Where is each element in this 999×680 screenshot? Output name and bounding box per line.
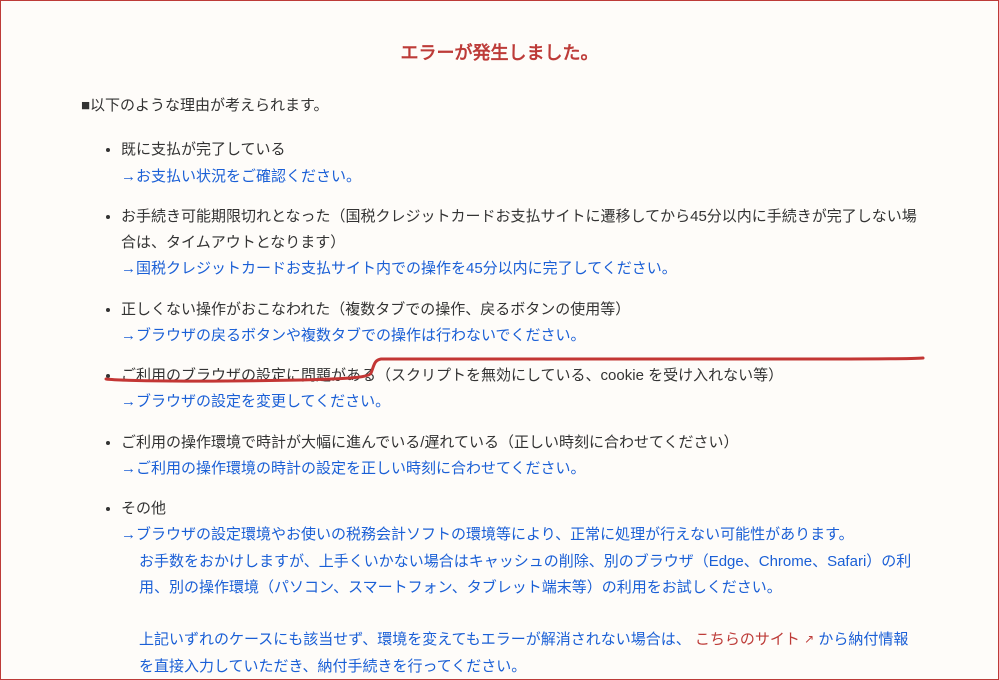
reason-text: ご利用の操作環境で時計が大幅に進んでいる/遅れている（正しい時刻に合わせてくださ… <box>121 434 739 451</box>
other-block: お手数をおかけしますが、上手くいかない場合はキャッシュの削除、別のブラウザ（Ed… <box>121 549 918 680</box>
other-para2a: 上記いずれのケースにも該当せず、環境を変えてもエラーが解消されない場合は、 <box>139 631 691 648</box>
external-link-icon: ↗ <box>804 632 814 646</box>
reason-item-3: 正しくない操作がおこなわれた（複数タブでの操作、戻るボタンの使用等） →ブラウザ… <box>121 297 918 350</box>
reason-link[interactable]: →ブラウザの設定を変更してください。 <box>121 393 390 410</box>
lead-text: ■以下のような理由が考えられます。 <box>81 93 918 119</box>
reason-item-1: 既に支払が完了している →お支払い状況をご確認ください。 <box>121 137 918 190</box>
reason-text: 正しくない操作がおこなわれた（複数タブでの操作、戻るボタンの使用等） <box>121 301 630 318</box>
reason-item-other: その他 →ブラウザの設定環境やお使いの税務会計ソフトの環境等により、正常に処理が… <box>121 496 918 680</box>
reason-link[interactable]: →国税クレジットカードお支払サイト内での操作を45分以内に完了してください。 <box>121 260 677 277</box>
other-para1: お手数をおかけしますが、上手くいかない場合はキャッシュの削除、別のブラウザ（Ed… <box>139 553 911 596</box>
error-content: ■以下のような理由が考えられます。 既に支払が完了している →お支払い状況をご確… <box>1 93 998 680</box>
reason-text: 既に支払が完了している <box>121 141 286 158</box>
reason-link[interactable]: →ブラウザの戻るボタンや複数タブでの操作は行わないでください。 <box>121 327 586 344</box>
reason-link[interactable]: →ご利用の操作環境の時計の設定を正しい時刻に合わせてください。 <box>121 460 586 477</box>
reason-text: お手続き可能期限切れとなった（国税クレジットカードお支払サイトに遷移してから45… <box>121 208 917 251</box>
reasons-list: 既に支払が完了している →お支払い状況をご確認ください。 お手続き可能期限切れと… <box>81 137 918 680</box>
reason-item-2: お手続き可能期限切れとなった（国税クレジットカードお支払サイトに遷移してから45… <box>121 204 918 283</box>
external-site-link[interactable]: こちらのサイト ↗ <box>695 631 818 648</box>
error-title: エラーが発生しました。 <box>1 39 998 65</box>
other-linkline[interactable]: →ブラウザの設定環境やお使いの税務会計ソフトの環境等により、正常に処理が行えない… <box>121 526 854 543</box>
external-site-label: こちらのサイト <box>695 631 800 648</box>
reason-item-4: ご利用のブラウザの設定に問題がある（スクリプトを無効にしている、cookie を… <box>121 363 918 416</box>
other-label: その他 <box>121 500 166 517</box>
error-panel: エラーが発生しました。 ■以下のような理由が考えられます。 既に支払が完了してい… <box>0 0 999 680</box>
reason-item-5: ご利用の操作環境で時計が大幅に進んでいる/遅れている（正しい時刻に合わせてくださ… <box>121 430 918 483</box>
reason-text: ご利用のブラウザの設定に問題がある（スクリプトを無効にしている、cookie を… <box>121 367 783 384</box>
reason-link[interactable]: →お支払い状況をご確認ください。 <box>121 168 361 185</box>
